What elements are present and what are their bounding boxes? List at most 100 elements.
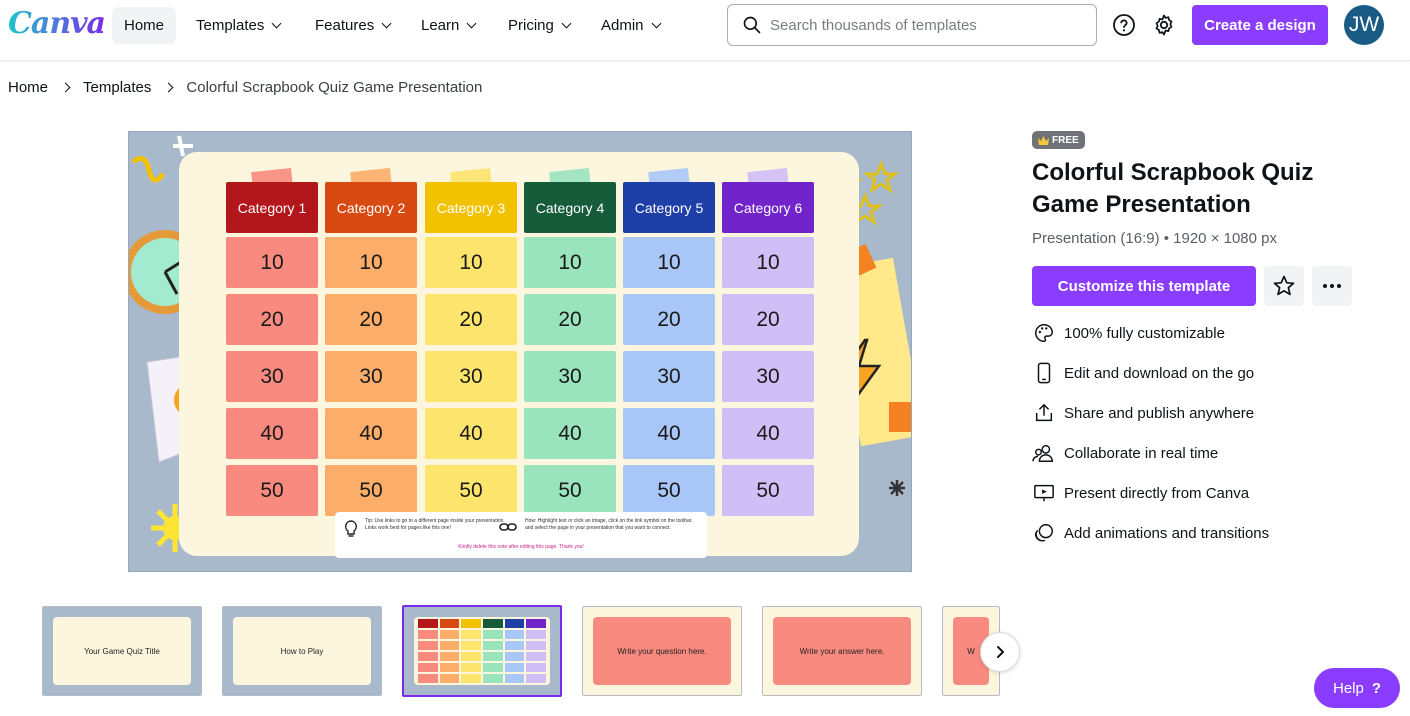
point-cell[interactable]: 40	[425, 408, 517, 459]
point-cell[interactable]: 10	[722, 237, 814, 288]
point-cell[interactable]: 20	[325, 294, 417, 345]
more-options-button[interactable]	[1312, 266, 1352, 306]
point-cell[interactable]: 20	[425, 294, 517, 345]
favorite-button[interactable]	[1264, 266, 1304, 306]
point-cell[interactable]: 20	[623, 294, 715, 345]
chevron-right-icon	[60, 82, 71, 93]
chevron-right-icon	[997, 646, 1004, 658]
help-button[interactable]: Help ?	[1314, 668, 1400, 708]
logo-text: Canva	[8, 6, 106, 41]
point-cell[interactable]: 30	[425, 351, 517, 402]
point-cell[interactable]: 30	[623, 351, 715, 402]
point-cell[interactable]: 10	[425, 237, 517, 288]
how-text: How: Highlight text or click an image, c…	[525, 518, 693, 531]
thumbnail-text: How to Play	[280, 646, 324, 656]
thumbnail-text: Write your question here.	[617, 646, 707, 656]
search-icon	[743, 16, 761, 34]
customize-label: Customize this template	[1057, 277, 1231, 295]
top-header: Canva Home Templates Features Learn Pric…	[0, 0, 1410, 61]
point-cell[interactable]: 50	[722, 465, 814, 516]
gear-icon[interactable]	[1151, 12, 1177, 38]
point-cell[interactable]: 50	[425, 465, 517, 516]
thumbnail-page-5[interactable]: Write your answer here.	[762, 606, 922, 696]
thumbnail-slide: How to Play	[233, 617, 371, 685]
point-cell[interactable]: 40	[623, 408, 715, 459]
next-thumbnails-button[interactable]	[980, 632, 1020, 672]
nav-learn-label: Learn	[421, 17, 460, 34]
point-cell[interactable]: 50	[226, 465, 318, 516]
tip-text: Tip: Use links to go to a different page…	[365, 518, 505, 531]
category-header[interactable]: Category 3	[425, 182, 517, 233]
thumbnail-page-4[interactable]: Write your question here.	[582, 606, 742, 696]
point-cell[interactable]: 40	[722, 408, 814, 459]
thumbnail-page-3[interactable]	[402, 605, 562, 697]
search-bar[interactable]	[727, 4, 1097, 46]
feature-label: Edit and download on the go	[1064, 364, 1255, 382]
nav-admin[interactable]: Admin	[589, 7, 672, 44]
canva-logo[interactable]: Canva	[8, 6, 106, 41]
point-cell[interactable]: 40	[226, 408, 318, 459]
point-cell[interactable]: 30	[722, 351, 814, 402]
thumbnail-text: Your Game Quiz Title	[84, 646, 160, 656]
category-header[interactable]: Category 1	[226, 182, 318, 233]
chevron-right-icon	[163, 82, 174, 93]
breadcrumb-home[interactable]: Home	[8, 79, 48, 96]
point-cell[interactable]: 10	[325, 237, 417, 288]
question-icon: ?	[1371, 679, 1382, 697]
share-icon	[1032, 401, 1056, 425]
help-circle-icon[interactable]	[1111, 12, 1137, 38]
nav-pricing[interactable]: Pricing	[496, 7, 582, 44]
avatar[interactable]: JW	[1344, 5, 1384, 45]
point-cell[interactable]: 10	[623, 237, 715, 288]
people-icon	[1032, 441, 1056, 465]
create-design-label: Create a design	[1204, 16, 1316, 34]
feature-label: 100% fully customizable	[1064, 324, 1225, 342]
category-header[interactable]: Category 6	[722, 182, 814, 233]
search-input[interactable]	[770, 16, 1070, 34]
point-cell[interactable]: 50	[325, 465, 417, 516]
point-cell[interactable]: 40	[325, 408, 417, 459]
thumbnail-slide: Your Game Quiz Title	[53, 617, 191, 685]
nav-templates[interactable]: Templates	[184, 7, 292, 44]
crown-icon	[1038, 135, 1049, 145]
chevron-down-icon	[466, 18, 477, 29]
link-icon	[499, 523, 517, 531]
point-cell[interactable]: 30	[524, 351, 616, 402]
breadcrumb: Home Templates Colorful Scrapbook Quiz G…	[8, 79, 482, 96]
feature-item: 100% fully customizable	[1032, 320, 1225, 346]
thumbnail-slide: Write your question here.	[593, 617, 731, 685]
point-cell[interactable]: 20	[722, 294, 814, 345]
star-icon	[1273, 275, 1295, 296]
palette-icon	[1032, 321, 1056, 345]
point-cell[interactable]: 30	[325, 351, 417, 402]
point-cell[interactable]: 20	[226, 294, 318, 345]
thumbnail-text: Write your answer here.	[799, 646, 885, 656]
breadcrumb-current: Colorful Scrapbook Quiz Game Presentatio…	[186, 79, 483, 96]
feature-label: Add animations and transitions	[1064, 524, 1270, 542]
feature-label: Present directly from Canva	[1064, 484, 1250, 502]
point-cell[interactable]: 20	[524, 294, 616, 345]
template-preview[interactable]: Category 1 10 20 30 40 50 Category 2 10 20 30 40 50…	[128, 131, 912, 572]
point-cell[interactable]: 30	[226, 351, 318, 402]
customize-template-button[interactable]: Customize this template	[1032, 266, 1256, 306]
feature-item: Add animations and transitions	[1032, 520, 1269, 546]
thumbnail-page-1[interactable]: Your Game Quiz Title	[42, 606, 202, 696]
nav-home[interactable]: Home	[112, 7, 177, 44]
feature-label: Share and publish anywhere	[1064, 404, 1255, 422]
thumbnail-slide: Write your answer here.	[773, 617, 911, 685]
nav-learn[interactable]: Learn	[409, 7, 487, 44]
category-header[interactable]: Category 2	[325, 182, 417, 233]
nav-features[interactable]: Features	[303, 7, 402, 44]
point-cell[interactable]: 10	[524, 237, 616, 288]
point-cell[interactable]: 10	[226, 237, 318, 288]
thumbnail-text: W	[967, 646, 975, 656]
point-cell[interactable]: 40	[524, 408, 616, 459]
category-header[interactable]: Category 5	[623, 182, 715, 233]
create-design-button[interactable]: Create a design	[1192, 5, 1328, 45]
chevron-down-icon	[271, 18, 282, 29]
point-cell[interactable]: 50	[623, 465, 715, 516]
point-cell[interactable]: 50	[524, 465, 616, 516]
thumbnail-page-2[interactable]: How to Play	[222, 606, 382, 696]
category-header[interactable]: Category 4	[524, 182, 616, 233]
breadcrumb-templates[interactable]: Templates	[83, 79, 151, 96]
